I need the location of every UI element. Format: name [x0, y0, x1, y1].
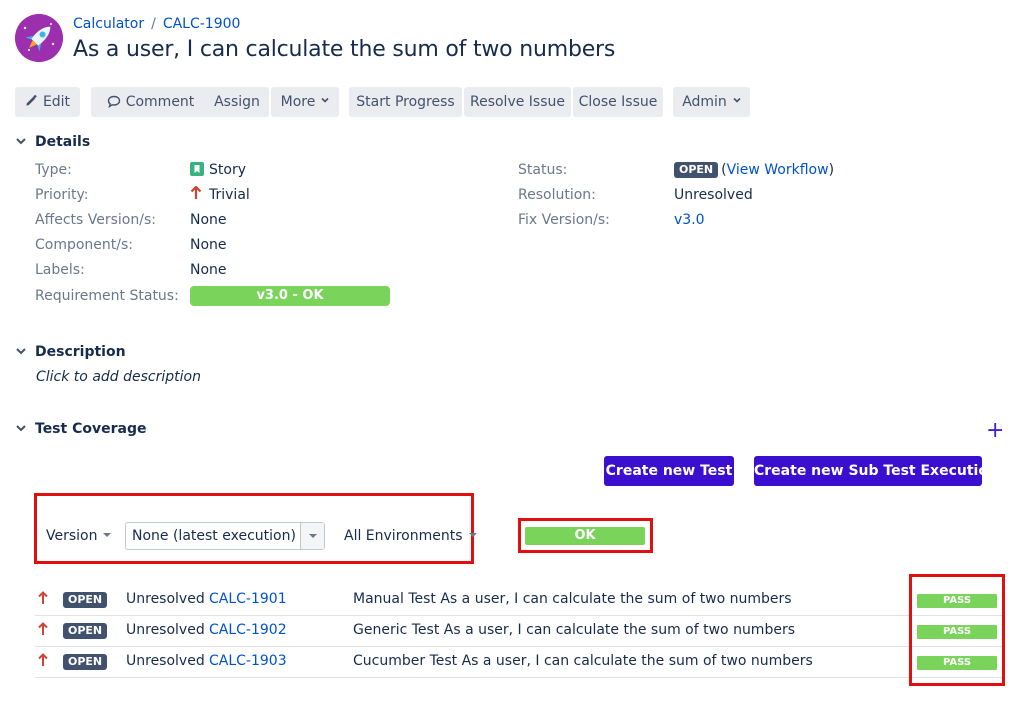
description-placeholder[interactable]: Click to add description	[36, 367, 201, 387]
arrow-up-icon	[38, 622, 48, 635]
results-highlight-box	[909, 574, 1005, 686]
page-title: As a user, I can calculate the sum of tw…	[73, 37, 616, 62]
test-row: OPEN Unresolved CALC-1901 Manual Test As…	[35, 585, 1005, 616]
breadcrumb-issue-link[interactable]: CALC-1900	[163, 16, 241, 32]
chevron-down-icon	[16, 138, 26, 145]
close-issue-button[interactable]: Close Issue	[573, 87, 663, 117]
labels-value: None	[190, 262, 227, 278]
test-status-lozenge: OPEN	[63, 592, 108, 608]
arrow-up-icon	[38, 653, 48, 666]
test-status-lozenge: OPEN	[63, 623, 108, 639]
requirement-status-bar[interactable]: v3.0 - OK	[190, 286, 390, 306]
view-workflow-link[interactable]: View Workflow	[727, 162, 829, 178]
breadcrumb-separator: /	[151, 16, 156, 32]
type-value: Story	[190, 160, 246, 180]
coverage-status-bar[interactable]: OK	[525, 527, 645, 545]
test-row: OPEN Unresolved CALC-1903 Cucumber Test …	[35, 647, 1005, 678]
test-key-link[interactable]: CALC-1902	[209, 620, 287, 640]
version-select[interactable]: None (latest execution)	[125, 522, 325, 550]
more-button[interactable]: More	[271, 87, 339, 117]
details-toggle[interactable]: Details	[15, 132, 90, 152]
test-resolution: Unresolved	[126, 591, 205, 607]
description-heading: Description	[35, 344, 126, 360]
version-filter-label: Version	[46, 528, 98, 544]
project-avatar[interactable]	[15, 14, 63, 62]
component-value: None	[190, 237, 227, 253]
caret-down-icon	[309, 534, 317, 538]
arrow-up-icon	[190, 185, 202, 199]
priority-value: Trivial	[190, 185, 250, 205]
admin-label: Admin	[682, 94, 727, 110]
version-filter[interactable]: Version	[46, 526, 112, 546]
chevron-down-icon	[16, 348, 26, 355]
fix-version-label: Fix Version/s:	[518, 212, 610, 228]
breadcrumb: Calculator / CALC-1900	[73, 15, 240, 33]
workflow-paren-close: )	[828, 162, 835, 178]
version-select-toggle[interactable]	[300, 523, 324, 549]
edit-label: Edit	[42, 94, 71, 110]
test-summary: Generic Test As a user, I can calculate …	[353, 622, 795, 638]
rocket-icon	[15, 14, 63, 62]
breadcrumb-project-link[interactable]: Calculator	[73, 16, 144, 32]
bookmark-icon	[190, 162, 204, 176]
test-row: OPEN Unresolved CALC-1902 Generic Test A…	[35, 616, 1005, 647]
test-summary: Cucumber Test As a user, I can calculate…	[353, 653, 813, 669]
add-icon[interactable]: +	[986, 420, 1004, 442]
component-label: Component/s:	[35, 237, 134, 253]
priority-label: Priority:	[35, 187, 89, 203]
affects-version-value: None	[190, 212, 227, 228]
caret-down-icon	[103, 533, 112, 537]
comment-button[interactable]: Comment	[91, 87, 210, 117]
test-resolution: Unresolved	[126, 622, 205, 638]
resolution-value: Unresolved	[674, 187, 753, 203]
resolution-label: Resolution:	[518, 187, 596, 203]
requirement-status-label: Requirement Status:	[35, 288, 179, 304]
assign-button[interactable]: Assign	[205, 87, 269, 117]
status-label: Status:	[518, 162, 568, 178]
chevron-down-icon	[321, 97, 329, 103]
environments-filter[interactable]: All Environments	[344, 526, 477, 546]
create-new-test-button[interactable]: Create new Test	[604, 456, 734, 486]
details-heading: Details	[35, 134, 91, 150]
more-label: More	[280, 94, 316, 110]
edit-button[interactable]: Edit	[15, 87, 80, 117]
test-coverage-toggle[interactable]: Test Coverage	[15, 419, 146, 439]
test-key-link[interactable]: CALC-1903	[209, 651, 287, 671]
create-sub-test-execution-button[interactable]: Create new Sub Test Execution	[754, 456, 998, 486]
status-lozenge: OPEN	[674, 162, 719, 178]
affects-version-label: Affects Version/s:	[35, 212, 156, 228]
start-progress-button[interactable]: Start Progress	[349, 87, 462, 117]
environments-filter-label: All Environments	[344, 528, 463, 544]
arrow-up-icon	[38, 591, 48, 604]
type-label: Type:	[35, 162, 72, 178]
test-resolution: Unresolved	[126, 653, 205, 669]
priority-text: Trivial	[209, 187, 250, 203]
resolve-issue-button[interactable]: Resolve Issue	[464, 87, 571, 117]
test-summary: Manual Test As a user, I can calculate t…	[353, 591, 792, 607]
chevron-down-icon	[16, 425, 26, 432]
type-text: Story	[209, 162, 246, 178]
description-toggle[interactable]: Description	[15, 342, 126, 362]
admin-button[interactable]: Admin	[673, 87, 750, 117]
labels-label: Labels:	[35, 262, 85, 278]
comment-label: Comment	[125, 94, 195, 110]
status-value: OPEN (View Workflow)	[674, 160, 834, 180]
test-status-lozenge: OPEN	[63, 654, 108, 670]
test-coverage-heading: Test Coverage	[35, 421, 147, 437]
speech-bubble-icon	[107, 95, 120, 109]
caret-down-icon	[468, 533, 477, 537]
version-select-value: None (latest execution)	[132, 528, 296, 544]
fix-version-link[interactable]: v3.0	[674, 210, 705, 230]
pencil-icon	[26, 94, 37, 106]
chevron-down-icon	[733, 97, 741, 103]
test-key-link[interactable]: CALC-1901	[209, 589, 287, 609]
